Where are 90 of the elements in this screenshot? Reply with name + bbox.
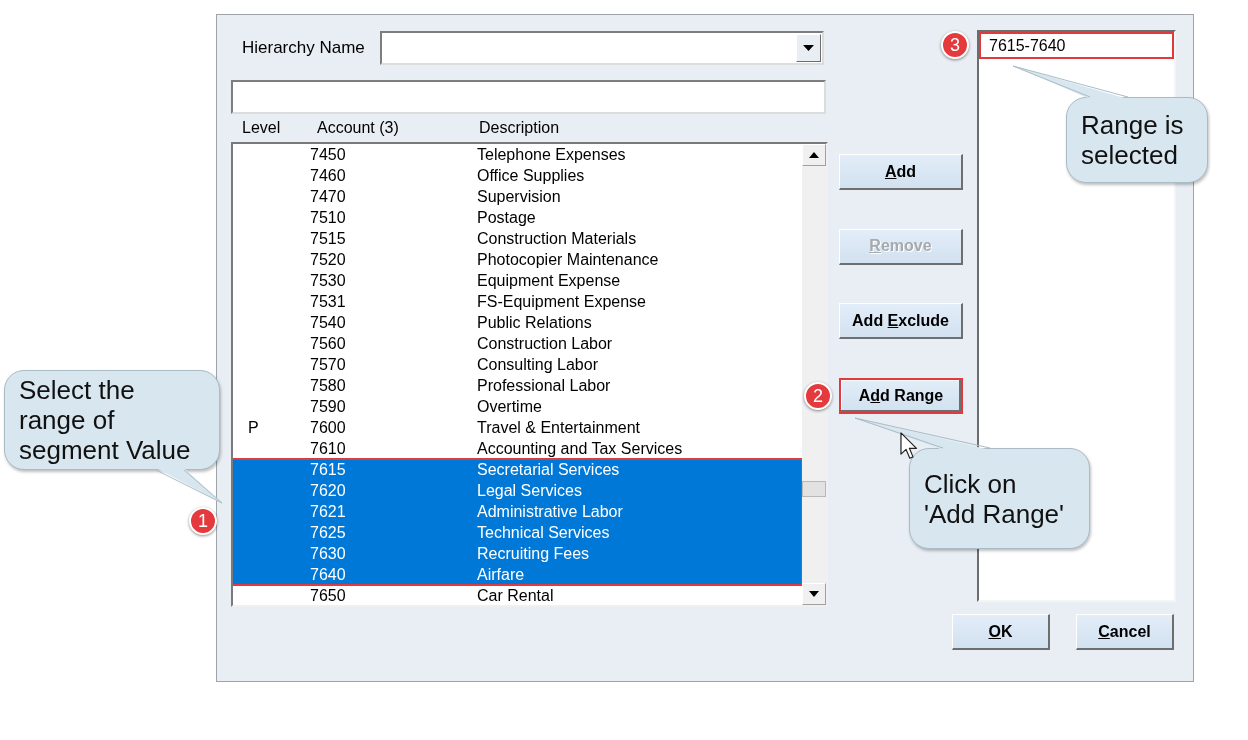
list-row[interactable]: 7450 Telephone Expenses <box>233 144 802 165</box>
account-description: Office Supplies <box>477 166 585 186</box>
scroll-down-button[interactable] <box>802 583 826 605</box>
account-number: 7510 <box>310 208 347 228</box>
list-row[interactable]: 7530 Equipment Expense <box>233 270 802 291</box>
account-number: 7470 <box>310 187 347 207</box>
list-row[interactable]: 7540 Public Relations <box>233 312 802 333</box>
account-number: 7540 <box>310 313 347 333</box>
account-number: 7650 <box>310 586 347 605</box>
list-row[interactable]: 7470 Supervision <box>233 186 802 207</box>
hierarchy-name-label: Hierarchy Name <box>241 37 366 60</box>
account-number: 7531 <box>310 292 347 312</box>
account-number: 7515 <box>310 229 347 249</box>
account-description: Telephone Expenses <box>477 145 626 165</box>
account-number: 7621 <box>310 502 347 522</box>
list-row[interactable]: 7531 FS-Equipment Expense <box>233 291 802 312</box>
caret-down-icon <box>803 45 814 51</box>
account-number: 7600 <box>310 418 347 438</box>
scrollbar-thumb[interactable] <box>802 481 826 497</box>
column-header: Level <box>241 118 282 138</box>
ok-button[interactable]: OK <box>952 614 1050 650</box>
list-row[interactable]: 7650 Car Rental <box>233 585 802 605</box>
account-number: 7530 <box>310 271 347 291</box>
level-text: P <box>247 418 260 438</box>
account-number: 7520 <box>310 250 347 270</box>
account-description: Supervision <box>477 187 561 207</box>
list-row[interactable]: 7590 Overtime <box>233 396 802 417</box>
account-number: 7615 <box>310 460 347 480</box>
account-description: Secretarial Services <box>477 460 620 480</box>
account-number: 7640 <box>310 565 347 585</box>
list-row[interactable]: 7615 Secretarial Services <box>233 459 802 480</box>
account-number: 7630 <box>310 544 347 564</box>
account-number: 7625 <box>310 523 347 543</box>
hierarchy-name-dropdown[interactable] <box>380 31 824 65</box>
add-exclude-button[interactable]: Add Exclude <box>839 303 963 339</box>
account-description: Equipment Expense <box>477 271 621 291</box>
list-row[interactable]: 7515 Construction Materials <box>233 228 802 249</box>
callout-pointer <box>155 467 223 504</box>
text-field[interactable] <box>231 80 826 114</box>
account-description: Overtime <box>477 397 542 417</box>
account-number: 7450 <box>310 145 347 165</box>
account-description: Legal Services <box>477 481 582 501</box>
account-description: Travel & Entertainment <box>477 418 641 438</box>
account-description: Construction Labor <box>477 334 613 354</box>
list-row[interactable]: 7625 Technical Services <box>233 522 802 543</box>
account-number: 7570 <box>310 355 347 375</box>
list-row[interactable]: 7460 Office Supplies <box>233 165 802 186</box>
account-description: Postage <box>477 208 536 228</box>
add-range-button[interactable]: Add Range <box>839 377 963 414</box>
list-row[interactable]: 7610 Accounting and Tax Services <box>233 438 802 459</box>
account-number: 7610 <box>310 439 347 459</box>
cancel-button[interactable]: Cancel <box>1076 614 1174 650</box>
account-description: Accounting and Tax Services <box>477 439 683 459</box>
account-number: 7460 <box>310 166 347 186</box>
range-item[interactable]: 7615-7640 <box>979 32 1174 59</box>
dropdown-button[interactable] <box>796 34 821 62</box>
list-row[interactable]: 7580 Professional Labor <box>233 375 802 396</box>
account-description: Consulting Labor <box>477 355 598 375</box>
account-number: 7560 <box>310 334 347 354</box>
account-description: Public Relations <box>477 313 592 333</box>
account-description: Car Rental <box>477 586 554 605</box>
caret-up-icon <box>809 152 819 158</box>
list-row[interactable]: 7510 Postage <box>233 207 802 228</box>
column-header: Description <box>479 118 560 138</box>
list-row[interactable]: 7640 Airfare <box>233 564 802 585</box>
account-description: Photocopier Maintenance <box>477 250 659 270</box>
list-row[interactable]: P 7600 Travel & Entertainment <box>233 417 802 438</box>
account-description: FS-Equipment Expense <box>477 292 646 312</box>
account-number: 7580 <box>310 376 347 396</box>
list-row[interactable]: 7630 Recruiting Fees <box>233 543 802 564</box>
list-row[interactable]: 7560 Construction Labor <box>233 333 802 354</box>
list-row[interactable]: 7570 Consulting Labor <box>233 354 802 375</box>
column-header: Account (3) <box>317 118 400 138</box>
account-description: Technical Services <box>477 523 610 543</box>
scrollbar[interactable] <box>802 144 826 605</box>
account-number: 7620 <box>310 481 347 501</box>
account-description: Construction Materials <box>477 229 637 249</box>
add-button[interactable]: Add <box>839 154 963 190</box>
list-row[interactable]: 7620 Legal Services <box>233 480 802 501</box>
list-row[interactable]: 7520 Photocopier Maintenance <box>233 249 802 270</box>
cursor-icon <box>900 432 918 459</box>
caret-down-icon <box>809 591 819 597</box>
account-description: Professional Labor <box>477 376 611 396</box>
account-description: Recruiting Fees <box>477 544 590 564</box>
list-row[interactable]: 7621 Administrative Labor <box>233 501 802 522</box>
account-number: 7590 <box>310 397 347 417</box>
scroll-up-button[interactable] <box>802 144 826 166</box>
account-description: Administrative Labor <box>477 502 623 522</box>
step-badge: 1 <box>189 507 217 535</box>
account-description: Airfare <box>477 565 525 585</box>
